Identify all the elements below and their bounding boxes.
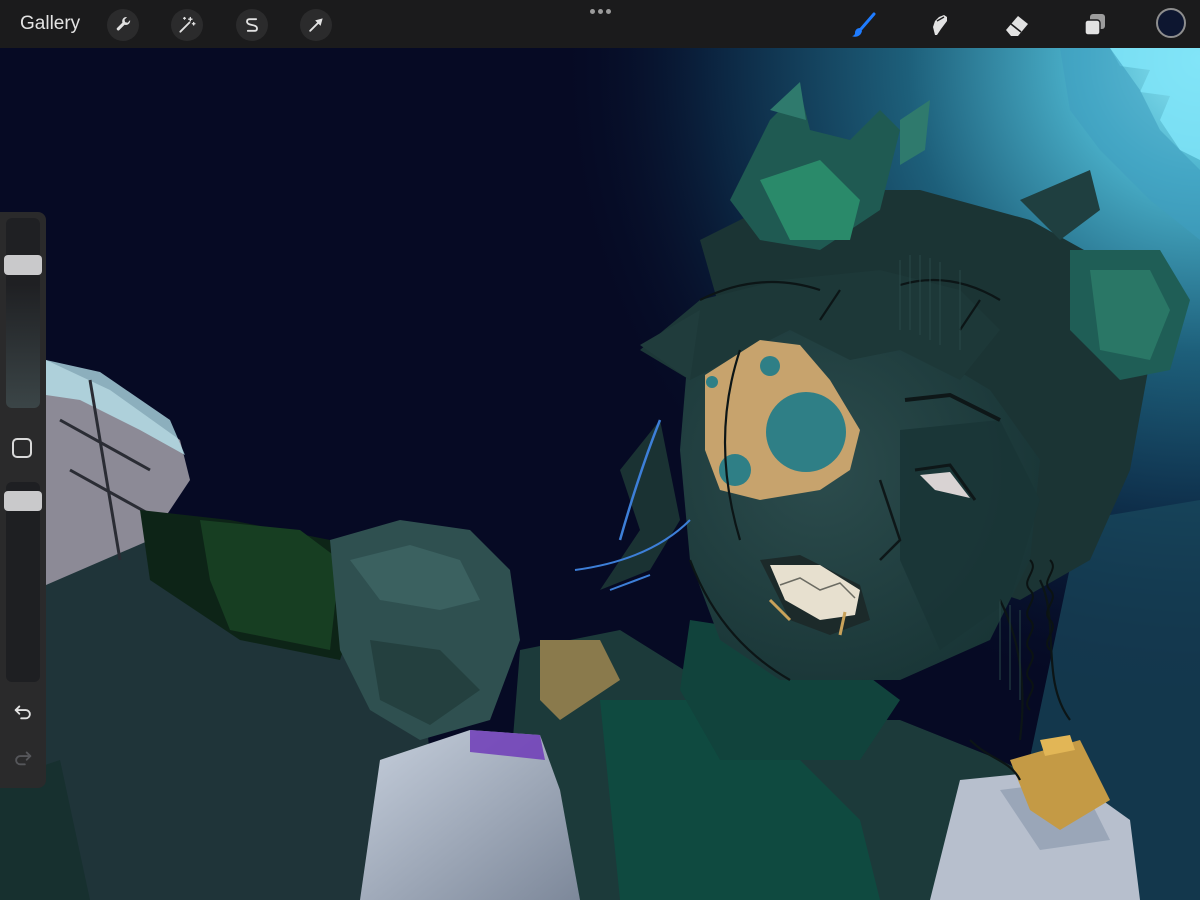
color-picker-button[interactable] (1156, 8, 1186, 38)
undo-icon (14, 705, 31, 720)
top-toolbar: Gallery (0, 0, 1200, 48)
modify-square-icon[interactable] (12, 438, 32, 458)
brush-size-slider[interactable] (6, 218, 40, 408)
left-sidebar (0, 212, 46, 788)
layers-icon (1084, 14, 1105, 36)
selection-button[interactable] (236, 9, 268, 41)
redo-button[interactable] (10, 744, 36, 770)
eraser-tool-button[interactable] (1000, 8, 1034, 42)
smudge-tool-button[interactable] (922, 8, 956, 42)
magic-wand-icon (179, 16, 196, 33)
selection-s-icon (246, 18, 258, 32)
adjustments-button[interactable] (171, 9, 203, 41)
gallery-button[interactable]: Gallery (20, 12, 80, 36)
wrench-icon (116, 17, 131, 31)
opacity-slider-thumb[interactable] (4, 491, 42, 511)
brush-icon (852, 12, 876, 37)
opacity-slider[interactable] (6, 482, 40, 682)
brush-tool-button[interactable] (846, 8, 880, 42)
redo-icon (15, 751, 32, 766)
layers-button[interactable] (1078, 8, 1112, 42)
brush-size-slider-thumb[interactable] (4, 255, 42, 276)
undo-button[interactable] (10, 698, 36, 724)
eraser-icon (1006, 16, 1028, 36)
transform-button[interactable] (300, 9, 332, 41)
more-dots-icon[interactable] (584, 0, 616, 22)
smudge-icon (933, 15, 947, 35)
arrow-cursor-icon (309, 18, 323, 32)
drawing-canvas[interactable] (0, 0, 1200, 900)
actions-button[interactable] (107, 9, 139, 41)
